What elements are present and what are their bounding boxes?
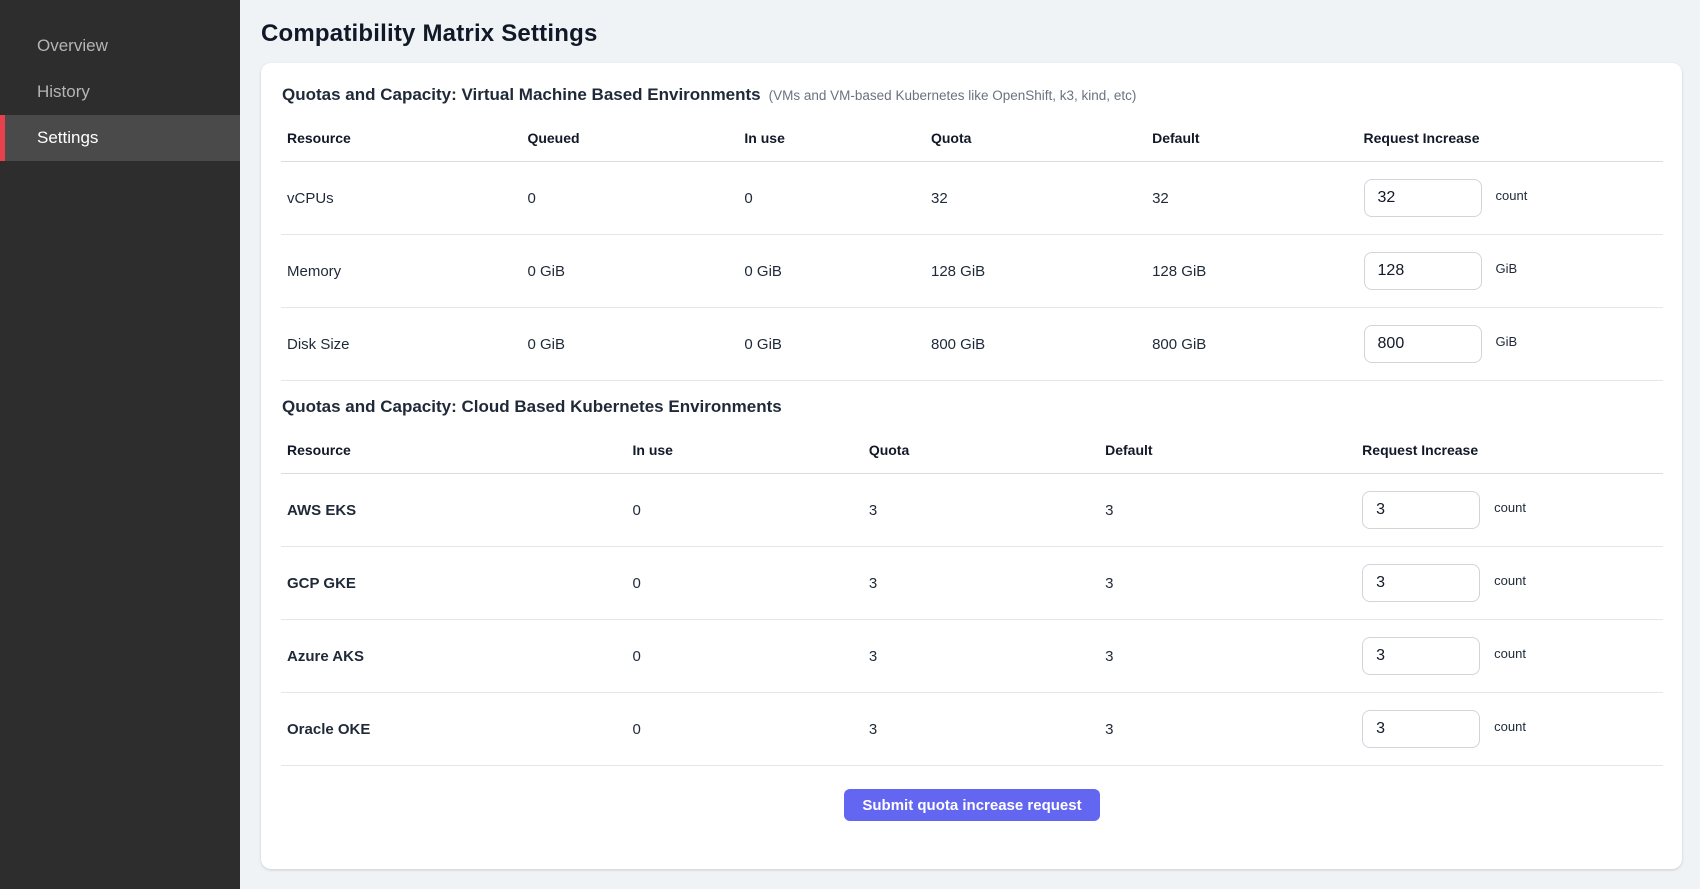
quota-increase-input-oracle-oke[interactable] <box>1362 710 1480 748</box>
unit-label: GiB <box>1496 334 1518 349</box>
k8s-quota-table: ResourceIn useQuotaDefaultRequest Increa… <box>281 429 1663 766</box>
table-row-aws-eks: AWS EKS033count <box>281 474 1663 547</box>
request-increase-cell: count <box>1356 564 1663 602</box>
cell-default: 3 <box>1099 502 1356 519</box>
submit-row: Submit quota increase request <box>281 766 1663 844</box>
unit-label: count <box>1494 646 1526 661</box>
table-row-vcpus: vCPUs003232count <box>281 162 1663 235</box>
cell-quota: 800 GiB <box>925 336 1146 353</box>
cell-queued: 0 GiB <box>521 263 738 280</box>
cell-quota: 3 <box>863 721 1099 738</box>
cell-resource: Azure AKS <box>281 648 627 665</box>
vm-section-title: Quotas and Capacity: Virtual Machine Bas… <box>282 85 761 105</box>
unit-label: count <box>1494 500 1526 515</box>
column-header-request-increase: Request Increase <box>1356 429 1663 473</box>
table-row-disk-size: Disk Size0 GiB0 GiB800 GiB800 GiBGiB <box>281 308 1663 381</box>
column-header-queued: Queued <box>521 117 738 161</box>
request-increase-cell: count <box>1356 491 1663 529</box>
column-header-default: Default <box>1146 117 1357 161</box>
column-header-resource: Resource <box>281 117 521 161</box>
cell-in-use: 0 GiB <box>738 263 925 280</box>
quota-increase-input-azure-aks[interactable] <box>1362 637 1480 675</box>
cell-queued: 0 <box>521 190 738 207</box>
request-increase-cell: GiB <box>1358 252 1663 290</box>
vm-table-header-row: ResourceQueuedIn useQuotaDefaultRequest … <box>281 117 1663 162</box>
cell-resource: AWS EKS <box>281 502 627 519</box>
quota-increase-input-aws-eks[interactable] <box>1362 491 1480 529</box>
vm-section-header: Quotas and Capacity: Virtual Machine Bas… <box>282 85 1657 105</box>
column-header-quota: Quota <box>863 429 1099 473</box>
cell-queued: 0 GiB <box>521 336 738 353</box>
cell-resource: Oracle OKE <box>281 721 627 738</box>
cell-default: 3 <box>1099 575 1356 592</box>
sidebar-item-settings[interactable]: Settings <box>0 115 240 161</box>
unit-label: count <box>1494 719 1526 734</box>
column-header-quota: Quota <box>925 117 1146 161</box>
cell-resource: Memory <box>281 263 521 280</box>
quota-increase-input-vcpus[interactable] <box>1364 179 1482 217</box>
cell-in-use: 0 <box>627 721 863 738</box>
sidebar-item-history[interactable]: History <box>0 69 240 115</box>
unit-label: count <box>1494 573 1526 588</box>
table-row-gcp-gke: GCP GKE033count <box>281 547 1663 620</box>
cell-in-use: 0 <box>627 575 863 592</box>
cell-quota: 32 <box>925 190 1146 207</box>
table-row-azure-aks: Azure AKS033count <box>281 620 1663 693</box>
cell-default: 32 <box>1146 190 1357 207</box>
cell-resource: GCP GKE <box>281 575 627 592</box>
cell-quota: 3 <box>863 502 1099 519</box>
cell-quota: 3 <box>863 648 1099 665</box>
page-title: Compatibility Matrix Settings <box>261 20 1682 48</box>
k8s-section-header: Quotas and Capacity: Cloud Based Kuberne… <box>282 397 1657 417</box>
request-increase-cell: count <box>1356 637 1663 675</box>
cell-in-use: 0 <box>738 190 925 207</box>
unit-label: count <box>1496 188 1528 203</box>
column-header-resource: Resource <box>281 429 627 473</box>
column-header-request-increase: Request Increase <box>1358 117 1663 161</box>
request-increase-cell: count <box>1358 179 1663 217</box>
k8s-section-title: Quotas and Capacity: Cloud Based Kuberne… <box>282 397 782 417</box>
column-header-default: Default <box>1099 429 1356 473</box>
cell-default: 3 <box>1099 648 1356 665</box>
sidebar: OverviewHistorySettings <box>0 0 240 889</box>
cell-default: 3 <box>1099 721 1356 738</box>
k8s-table-header-row: ResourceIn useQuotaDefaultRequest Increa… <box>281 429 1663 474</box>
cell-default: 128 GiB <box>1146 263 1357 280</box>
request-increase-cell: count <box>1356 710 1663 748</box>
unit-label: GiB <box>1496 261 1518 276</box>
column-header-in-use: In use <box>627 429 863 473</box>
cell-in-use: 0 GiB <box>738 336 925 353</box>
request-increase-cell: GiB <box>1358 325 1663 363</box>
app-root: OverviewHistorySettings Compatibility Ma… <box>0 0 1700 889</box>
quota-increase-input-gcp-gke[interactable] <box>1362 564 1480 602</box>
submit-quota-increase-button[interactable]: Submit quota increase request <box>844 789 1099 821</box>
cell-default: 800 GiB <box>1146 336 1357 353</box>
main-content: Compatibility Matrix Settings Quotas and… <box>240 0 1700 889</box>
settings-card: Quotas and Capacity: Virtual Machine Bas… <box>261 63 1682 869</box>
quota-increase-input-memory[interactable] <box>1364 252 1482 290</box>
vm-section-subtitle: (VMs and VM-based Kubernetes like OpenSh… <box>769 88 1137 103</box>
cell-in-use: 0 <box>627 648 863 665</box>
cell-resource: vCPUs <box>281 190 521 207</box>
quota-increase-input-disk-size[interactable] <box>1364 325 1482 363</box>
sidebar-item-overview[interactable]: Overview <box>0 23 240 69</box>
vm-quota-table: ResourceQueuedIn useQuotaDefaultRequest … <box>281 117 1663 381</box>
column-header-in-use: In use <box>738 117 925 161</box>
cell-in-use: 0 <box>627 502 863 519</box>
table-row-memory: Memory0 GiB0 GiB128 GiB128 GiBGiB <box>281 235 1663 308</box>
cell-quota: 3 <box>863 575 1099 592</box>
cell-quota: 128 GiB <box>925 263 1146 280</box>
table-row-oracle-oke: Oracle OKE033count <box>281 693 1663 766</box>
cell-resource: Disk Size <box>281 336 521 353</box>
